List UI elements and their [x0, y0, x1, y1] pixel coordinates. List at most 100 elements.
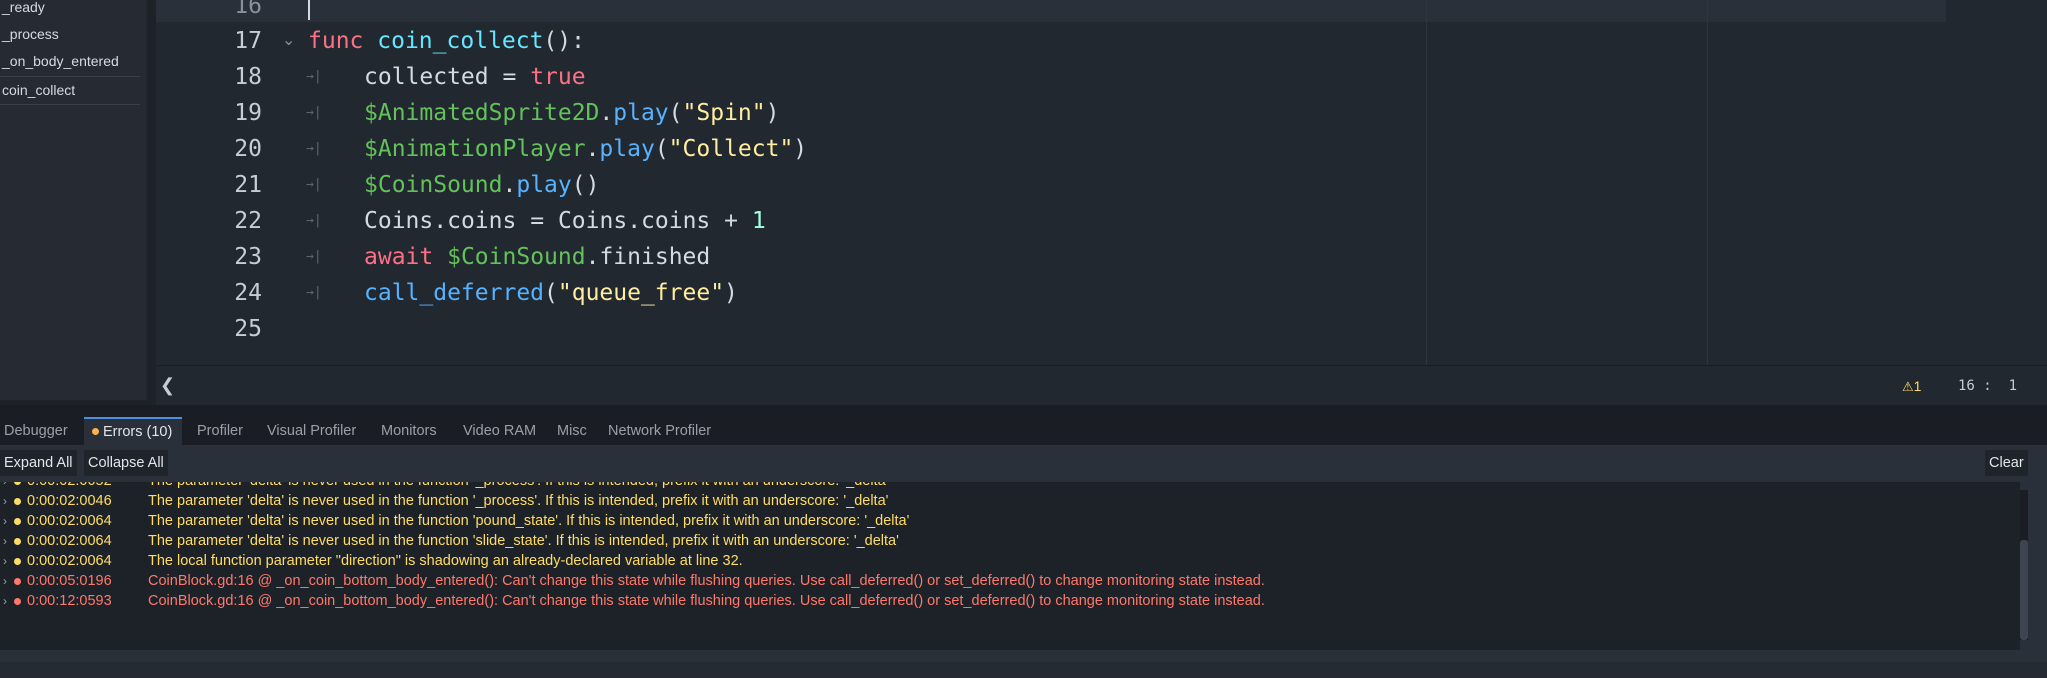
panel-splitter[interactable] — [0, 405, 2047, 417]
bottom-bar — [0, 662, 2047, 678]
code-token: ( — [543, 28, 558, 54]
code-token: ) — [765, 100, 780, 126]
error-dot-icon — [92, 427, 99, 435]
line-number: 22 — [234, 208, 262, 234]
code-token: 1 — [751, 208, 766, 234]
code-line[interactable]: await $CoinSound.finished — [364, 239, 710, 275]
code-line[interactable]: $AnimationPlayer.play("Collect") — [364, 131, 807, 167]
clear-button[interactable]: Clear — [1985, 450, 2028, 476]
tab-indent-icon: →| — [306, 69, 322, 84]
warning-count-value: 1 — [1913, 378, 1922, 394]
code-token: = — [502, 64, 517, 90]
code-token: play — [599, 136, 655, 162]
code-line[interactable]: func coin_collect(): — [308, 23, 585, 59]
error-dot-icon — [14, 578, 21, 585]
fold-chevron-down-icon[interactable]: ⌄ — [282, 23, 300, 59]
code-token: Coins — [557, 208, 628, 234]
tab-errors[interactable]: Errors (10) — [84, 417, 183, 445]
code-token: = — [530, 208, 545, 234]
code-token: collected — [364, 64, 489, 90]
outline-item-on-body-entered[interactable]: _on_body_entered — [0, 48, 144, 75]
chevron-right-icon[interactable]: › — [3, 588, 7, 614]
expand-all-button[interactable]: Expand All — [0, 450, 77, 476]
code-token: func — [308, 28, 364, 54]
editor-status-bar — [156, 365, 2047, 406]
collapse-all-button[interactable]: Collapse All — [84, 450, 168, 476]
code-token: : — [571, 28, 585, 54]
outline-item-coin-collect[interactable]: coin_collect — [0, 77, 144, 104]
outline-separator — [0, 104, 140, 105]
line-number: 18 — [234, 64, 262, 90]
scrollbar-thumb[interactable] — [2020, 540, 2028, 640]
code-line[interactable]: collected = true — [364, 59, 586, 95]
tab-profiler[interactable]: Profiler — [197, 417, 243, 445]
warning-count[interactable]: ⚠1 — [1902, 376, 1921, 397]
tab-indent-icon: →| — [306, 213, 322, 228]
code-line[interactable]: $CoinSound.play() — [364, 167, 599, 203]
cursor-separator: : — [1983, 378, 1992, 394]
warning-dot-icon — [14, 558, 21, 565]
line-number: 23 — [234, 244, 262, 270]
warning-dot-icon — [14, 498, 21, 505]
code-token: $AnimatedSprite2D — [364, 100, 600, 126]
tab-debugger[interactable]: Debugger — [4, 417, 68, 445]
code-token: . — [502, 172, 517, 198]
code-token: $CoinSound — [364, 172, 503, 198]
cursor-column: 1 — [2008, 378, 2018, 394]
warning-dot-icon — [14, 538, 21, 545]
code-token: coins — [447, 208, 517, 234]
code-token: ( — [654, 136, 669, 162]
code-token: ( — [544, 280, 558, 306]
line-number: 19 — [234, 100, 262, 126]
tab-monitors[interactable]: Monitors — [381, 417, 437, 445]
code-token: call_deferred — [364, 280, 545, 306]
error-list: ›0:00:02:0052The parameter 'delta' is ne… — [0, 482, 2020, 650]
tab-visual-profiler[interactable]: Visual Profiler — [267, 417, 356, 445]
code-token: await — [364, 244, 434, 270]
code-token: true — [530, 64, 586, 90]
line-length-guide — [1707, 0, 1708, 365]
code-token: ( — [571, 172, 586, 198]
code-line[interactable]: call_deferred("queue_free") — [364, 275, 738, 311]
code-token: coins — [641, 208, 711, 234]
code-line[interactable]: $AnimatedSprite2D.play("Spin") — [364, 95, 779, 131]
line-number: 21 — [234, 172, 262, 198]
warning-triangle-icon: ⚠ — [1902, 379, 1914, 394]
error-time: 0:00:12:0593 — [27, 593, 112, 609]
outline-item-ready[interactable]: _ready — [0, 0, 144, 21]
error-message: CoinBlock.gd:16 @ _on_coin_bottom_body_e… — [148, 593, 1265, 609]
code-token: coin_collect — [377, 28, 544, 54]
code-token: "Collect" — [668, 136, 794, 162]
code-token: $AnimationPlayer — [364, 136, 586, 162]
code-token: "queue_free" — [557, 280, 725, 306]
tab-network-profiler[interactable]: Network Profiler — [608, 417, 711, 445]
cursor-line: 16 — [1958, 378, 1975, 394]
line-length-guide — [1426, 0, 1427, 365]
code-token: "Spin" — [682, 100, 766, 126]
tab-video-ram[interactable]: Video RAM — [463, 417, 536, 445]
code-token: ) — [724, 280, 738, 306]
chevron-left-icon[interactable]: ❮ — [160, 374, 175, 396]
code-token: + — [724, 208, 739, 234]
tab-indent-icon: →| — [306, 249, 322, 264]
tab-misc[interactable]: Misc — [557, 417, 587, 445]
code-token: . — [599, 100, 614, 126]
current-line-highlight — [156, 0, 1946, 22]
code-line[interactable]: Coins.coins = Coins.coins + 1 — [364, 203, 766, 239]
line-number: 24 — [234, 280, 262, 306]
code-token: . — [433, 208, 448, 234]
outline-item-process[interactable]: _process — [0, 21, 144, 48]
code-token: ( — [668, 100, 683, 126]
error-row[interactable]: › 0:00:12:0593 CoinBlock.gd:16 @ _on_coin_… — [0, 588, 2020, 614]
line-number: 17 — [234, 28, 262, 54]
code-token: ) — [557, 28, 572, 54]
code-token: ) — [793, 136, 808, 162]
